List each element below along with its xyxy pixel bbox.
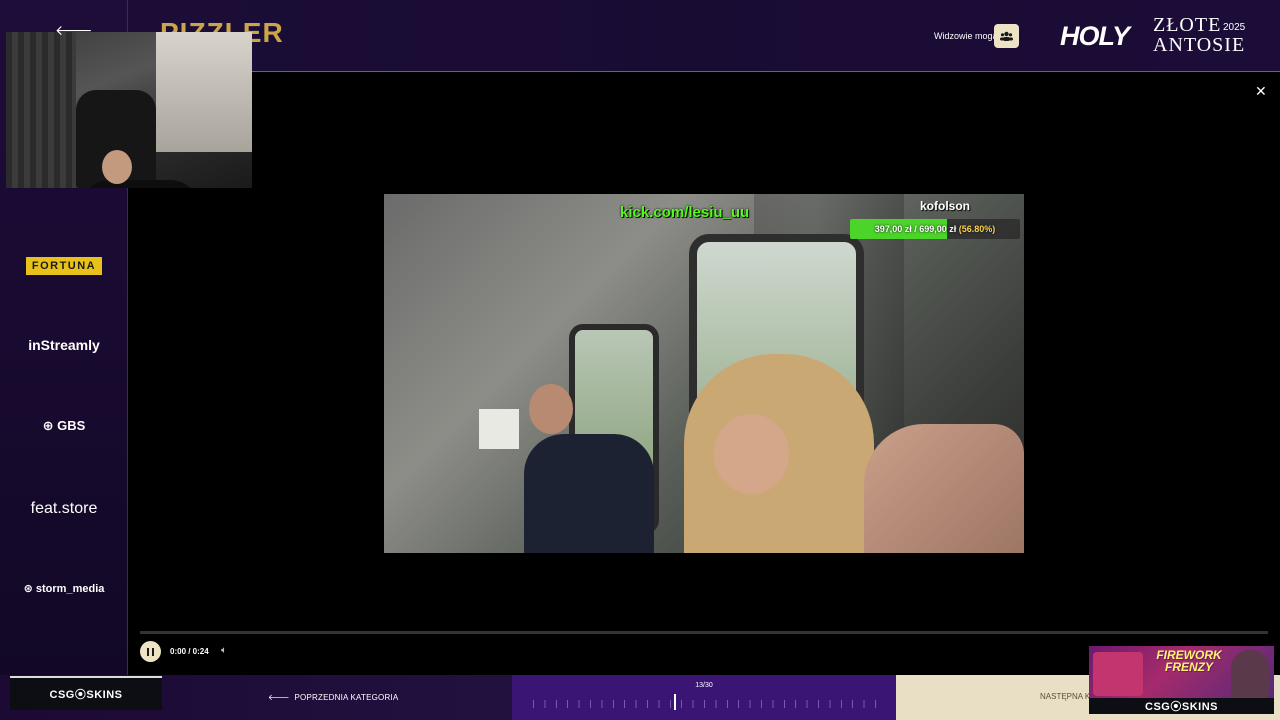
donation-goal-bar: 397,00 zł / 699,00 zł (56.80%) [850, 219, 1020, 239]
category-ticks [533, 700, 876, 708]
gbs-icon: ⊕ [42, 418, 54, 433]
close-icon[interactable]: ✕ [1255, 83, 1267, 100]
csgo-skins-label: CSG⦿SKINS [49, 689, 123, 701]
pause-button[interactable] [140, 641, 161, 662]
video-time: 0:00 / 0:24 [170, 647, 209, 656]
top-header: PIZZLER Widzowie mogą HOLY ZŁOTE ANTOSIE… [128, 0, 1280, 72]
category-counter: 13/30 [695, 682, 713, 689]
webcam-person [102, 150, 132, 184]
users-icon [1000, 31, 1013, 41]
video-frame[interactable]: kick.com/lesiu_uu kofolson 397,00 zł / 6… [384, 194, 1024, 553]
sponsor-label: storm_media [35, 583, 105, 595]
logo-line: ANTOSIE [1153, 34, 1246, 56]
video-timeline[interactable] [140, 631, 1268, 634]
sponsor-label: GBS [57, 418, 86, 433]
goal-percent: (56.80%) [958, 224, 996, 234]
video-scene-man [524, 434, 654, 553]
ad-brand-strip: CSG⦿SKINS [1089, 698, 1274, 714]
sponsor-label: inStreamly [28, 337, 100, 353]
csgo-skins-ad[interactable]: FIREWORK FRENZY CSG⦿SKINS [1089, 646, 1274, 714]
ad-title: FIREWORK FRENZY [1149, 649, 1229, 673]
viewers-button[interactable] [994, 24, 1019, 48]
ad-character [1231, 650, 1269, 698]
next-category-label[interactable]: NASTĘPNA KA [1040, 692, 1096, 701]
sponsor-label: FORTUNA [25, 257, 103, 275]
prev-category-label: POPRZEDNIA KATEGORIA [294, 693, 399, 702]
video-scene-woman-face [714, 414, 789, 494]
pause-icon [147, 647, 154, 656]
ad-title-line: FRENZY [1165, 660, 1213, 674]
sponsor-gbs[interactable]: ⊕ GBS [0, 418, 128, 434]
prev-category-button[interactable]: 🡐 POPRZEDNIA KATEGORIA [268, 692, 398, 702]
stream-url-overlay: kick.com/lesiu_uu [620, 204, 750, 221]
viewers-label: Widzowie mogą [934, 31, 998, 41]
logo-year: 2025 [1223, 22, 1246, 33]
sponsor-storm-media[interactable]: ⊛ storm_media [0, 582, 128, 595]
video-scene-hand [864, 424, 1024, 553]
sponsor-fortuna[interactable]: FORTUNA [0, 256, 128, 275]
arrow-left-icon: 🡐 [268, 693, 290, 702]
ad-slot-machine [1093, 652, 1143, 696]
video-scene-man-head [529, 384, 573, 434]
category-current-tick [674, 694, 676, 710]
sponsor-feat-store[interactable]: feat.store [0, 500, 128, 518]
storm-icon: ⊛ [23, 583, 33, 595]
webcam-shirt [80, 180, 200, 188]
arrow-left-icon[interactable]: 🡐 [55, 22, 93, 39]
sponsor-instreamly[interactable]: inStreamly [0, 337, 128, 353]
goal-amount: 397,00 zł / 699,00 zł [874, 224, 957, 234]
zlote-antosie-logo: ZŁOTE ANTOSIE [1153, 15, 1245, 55]
webcam-curtain [6, 32, 76, 188]
volume-icon[interactable]: 🔈︎ [221, 645, 227, 656]
csgo-skins-label: CSG⦿SKINS [1145, 701, 1218, 713]
donation-goal-text: 397,00 zł / 699,00 zł (56.80%) [850, 219, 1020, 239]
csgo-skins-badge[interactable]: CSG⦿SKINS [10, 676, 162, 710]
holy-logo: HOLY [1060, 21, 1130, 51]
sponsor-label: feat.store [30, 500, 98, 517]
streamer-webcam [6, 32, 252, 188]
video-scene-panel [479, 409, 519, 449]
webcam-wall [156, 32, 252, 152]
donation-goal-name: kofolson [920, 199, 970, 213]
